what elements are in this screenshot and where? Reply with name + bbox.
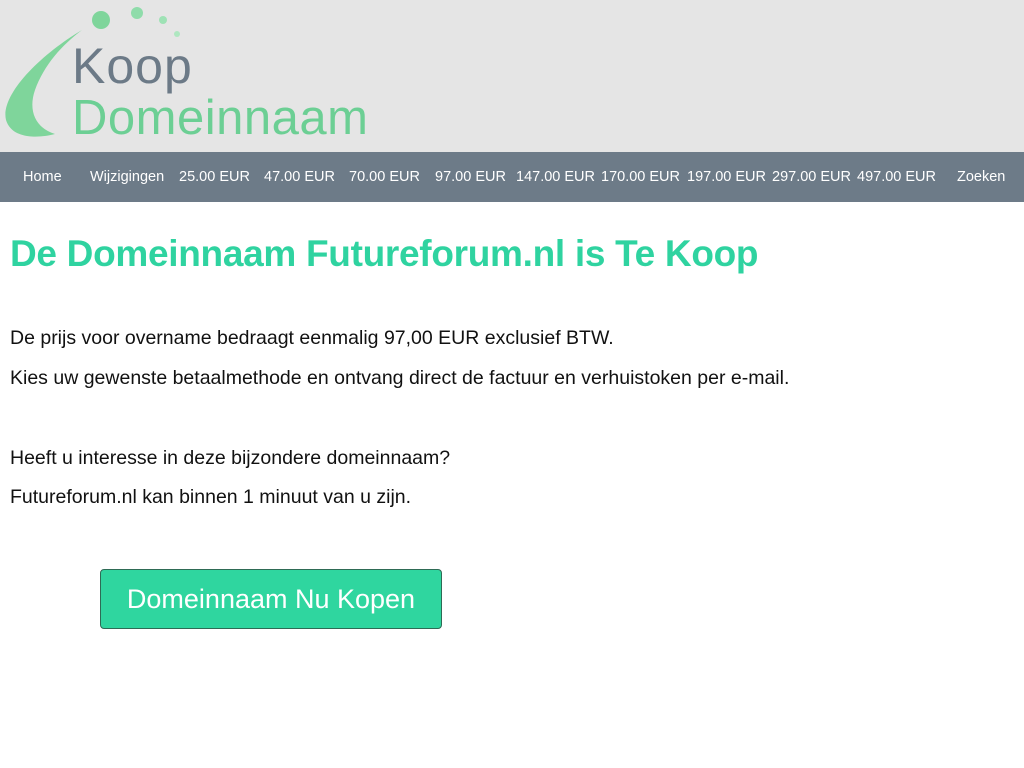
nav-item-70-eur[interactable]: 70.00 EUR (349, 152, 420, 202)
site-header: Koop Domeinnaam (0, 0, 1024, 152)
nav-item-497-eur[interactable]: 497.00 EUR (857, 152, 936, 202)
logo-text-koop: Koop (72, 38, 193, 94)
nav-item-97-eur[interactable]: 97.00 EUR (435, 152, 506, 202)
nav-item-home[interactable]: Home (23, 152, 62, 202)
nav-item-170-eur[interactable]: 170.00 EUR (601, 152, 680, 202)
buy-domain-button[interactable]: Domeinnaam Nu Kopen (100, 569, 442, 629)
nav-item-197-eur[interactable]: 197.00 EUR (687, 152, 766, 202)
price-text: De prijs voor overname bedraagt eenmalig… (10, 327, 614, 349)
nav-item-147-eur[interactable]: 147.00 EUR (516, 152, 595, 202)
nav-item-zoeken[interactable]: Zoeken (957, 152, 1005, 202)
logo-text-domeinnaam: Domeinnaam (72, 91, 369, 145)
main-navigation: Home Wijzigingen 25.00 EUR 47.00 EUR 70.… (0, 152, 1024, 202)
nav-item-wijzigingen[interactable]: Wijzigingen (90, 152, 164, 202)
payment-text: Kies uw gewenste betaalmethode en ontvan… (10, 367, 790, 389)
nav-item-47-eur[interactable]: 47.00 EUR (264, 152, 335, 202)
interest-text: Heeft u interesse in deze bijzondere dom… (10, 447, 451, 469)
minute-text: Futureforum.nl kan binnen 1 minuut van u… (10, 486, 412, 508)
nav-item-297-eur[interactable]: 297.00 EUR (772, 152, 851, 202)
page-title: De Domeinnaam Futureforum.nl is Te Koop (10, 233, 759, 274)
nav-item-25-eur[interactable]: 25.00 EUR (179, 152, 250, 202)
site-logo[interactable]: Koop Domeinnaam (0, 0, 430, 152)
